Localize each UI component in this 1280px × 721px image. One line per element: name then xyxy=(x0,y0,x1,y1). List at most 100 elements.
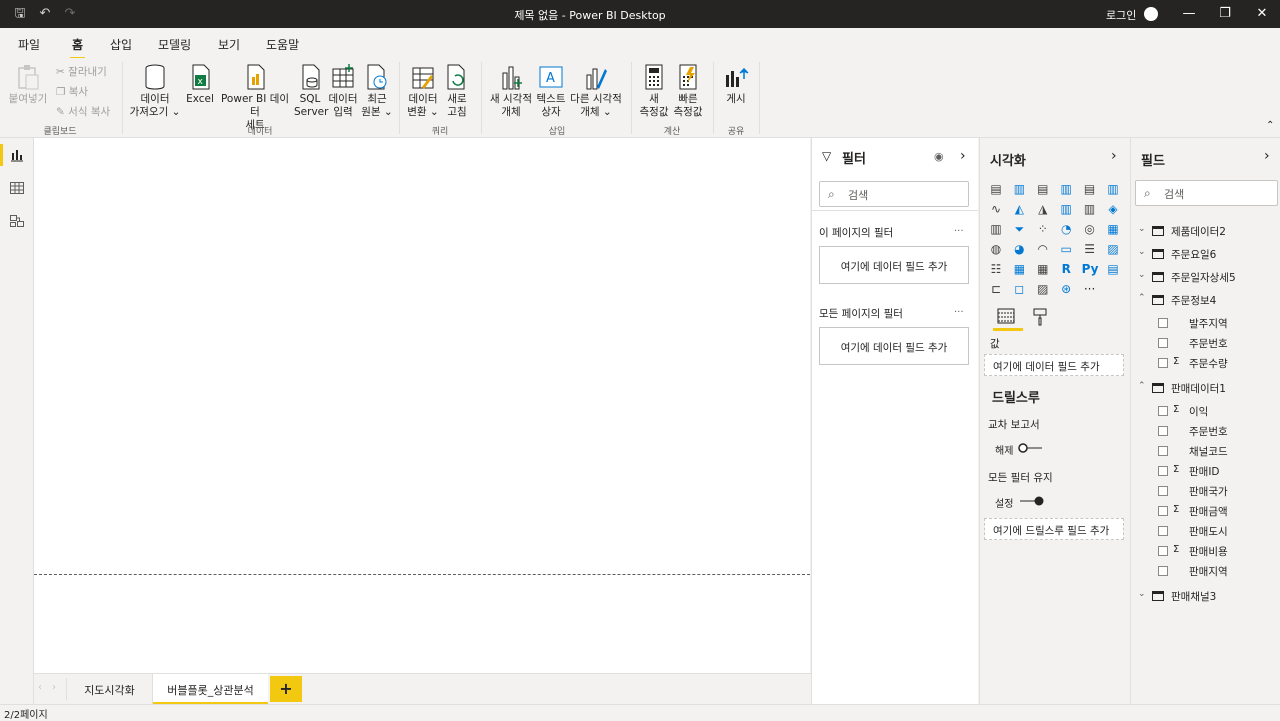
pie-visual-icon[interactable]: ◔ xyxy=(1058,222,1074,236)
field-checkbox[interactable] xyxy=(1158,486,1168,496)
login-button[interactable]: 로그인 xyxy=(1106,7,1136,23)
field-checkbox[interactable] xyxy=(1158,506,1168,516)
textbox-button[interactable]: A 텍스트 상자 xyxy=(535,63,567,119)
data-view-icon[interactable] xyxy=(9,180,25,196)
100-column-visual-icon[interactable]: ▥ xyxy=(1105,182,1121,196)
field-row[interactable]: Σ 판매ID xyxy=(1131,462,1279,480)
table-row[interactable]: ⌄ 주문요일6 xyxy=(1131,245,1279,263)
field-checkbox[interactable] xyxy=(1158,426,1168,436)
line-column-visual-icon[interactable]: ▥ xyxy=(1058,202,1074,216)
treemap-visual-icon[interactable]: ▦ xyxy=(1105,222,1121,236)
field-row[interactable]: Σ 판매금액 xyxy=(1131,502,1279,520)
field-row[interactable]: 발주지역 xyxy=(1131,314,1279,332)
field-checkbox[interactable] xyxy=(1158,546,1168,556)
sql-server-button[interactable]: SQL Server xyxy=(294,63,328,119)
funnel-visual-icon[interactable]: ⏷ xyxy=(1011,222,1027,236)
field-checkbox[interactable] xyxy=(1158,526,1168,536)
table-visual-icon[interactable]: ▦ xyxy=(1011,262,1027,276)
format-paint-icon[interactable] xyxy=(1032,308,1048,329)
decomposition-tree-visual-icon[interactable]: ⊏ xyxy=(988,282,1004,296)
field-checkbox[interactable] xyxy=(1158,318,1168,328)
recent-sources-button[interactable]: 최근 원본 ⌄ xyxy=(361,63,393,119)
transform-data-button[interactable]: 데이터 변환 ⌄ xyxy=(405,63,441,119)
field-row[interactable]: 주문번호 xyxy=(1131,334,1279,352)
field-checkbox[interactable] xyxy=(1158,358,1168,368)
filters-search-input[interactable]: ⌕ 검색 xyxy=(819,181,969,207)
stacked-bar-visual-icon[interactable]: ▤ xyxy=(988,182,1004,196)
100-bar-visual-icon[interactable]: ▤ xyxy=(1082,182,1098,196)
cross-report-toggle[interactable] xyxy=(1018,443,1044,456)
powerbi-dataset-button[interactable]: Power BI 데이터 세트 xyxy=(217,63,293,132)
report-view-icon[interactable] xyxy=(9,147,25,163)
tab-help[interactable]: 도움말 xyxy=(266,36,299,53)
format-painter-button[interactable]: ✎ 서식 복사 xyxy=(56,104,110,119)
field-checkbox[interactable] xyxy=(1158,566,1168,576)
slicer-visual-icon[interactable]: ☷ xyxy=(988,262,1004,276)
field-row[interactable]: 판매도시 xyxy=(1131,522,1279,540)
multirow-card-visual-icon[interactable]: ☰ xyxy=(1082,242,1098,256)
eye-icon[interactable]: ◉ xyxy=(934,150,944,163)
more-options-icon[interactable]: ... xyxy=(954,223,964,234)
table-row[interactable]: ⌃ 판매데이터1 xyxy=(1131,379,1279,397)
close-icon[interactable]: ✕ xyxy=(1252,6,1272,22)
next-page-icon[interactable]: › xyxy=(52,682,56,693)
model-view-icon[interactable] xyxy=(9,213,25,229)
more-visuals-icon[interactable]: ··· xyxy=(1082,282,1098,296)
matrix-visual-icon[interactable]: ▦ xyxy=(1035,262,1051,276)
table-row[interactable]: ⌃ 주문정보4 xyxy=(1131,291,1279,309)
donut-visual-icon[interactable]: ◎ xyxy=(1082,222,1098,236)
stacked-column-visual-icon[interactable]: ▥ xyxy=(1011,182,1027,196)
keep-filters-toggle[interactable] xyxy=(1018,496,1044,509)
waterfall-visual-icon[interactable]: ▥ xyxy=(988,222,1004,236)
smart-narrative-visual-icon[interactable]: ▨ xyxy=(1035,282,1051,296)
qa-visual-icon[interactable]: ◻ xyxy=(1011,282,1027,296)
more-visuals-button[interactable]: 다른 시각적 개체 ⌄ xyxy=(568,63,624,119)
scatter-visual-icon[interactable]: ⁘ xyxy=(1035,222,1051,236)
area-visual-icon[interactable]: ◭ xyxy=(1011,202,1027,216)
restore-icon[interactable]: ❐ xyxy=(1215,6,1235,22)
all-pages-filter-dropzone[interactable]: 여기에 데이터 필드 추가 xyxy=(819,327,969,365)
refresh-button[interactable]: 새로 고침 xyxy=(443,63,471,119)
kpi-visual-icon[interactable]: ▨ xyxy=(1105,242,1121,256)
table-row[interactable]: ⌄ 판매채널3 xyxy=(1131,587,1279,605)
field-row[interactable]: Σ 판매비용 xyxy=(1131,542,1279,560)
stacked-area-visual-icon[interactable]: ◮ xyxy=(1035,202,1051,216)
clustered-bar-visual-icon[interactable]: ▤ xyxy=(1035,182,1051,196)
tab-home[interactable]: 홈 xyxy=(69,36,86,59)
card-visual-icon[interactable]: ▭ xyxy=(1058,242,1074,256)
field-checkbox[interactable] xyxy=(1158,406,1168,416)
quick-measure-button[interactable]: 빠른 측정값 xyxy=(671,63,705,119)
add-page-button[interactable]: + xyxy=(270,676,302,702)
filled-map-visual-icon[interactable]: ◕ xyxy=(1011,242,1027,256)
chevron-up-icon[interactable]: ⌃ xyxy=(1138,293,1146,303)
field-row[interactable]: 판매국가 xyxy=(1131,482,1279,500)
enter-data-button[interactable]: 데이터 입력 xyxy=(327,63,359,119)
publish-button[interactable]: 게시 xyxy=(720,63,752,106)
values-dropzone[interactable]: 여기에 데이터 필드 추가 xyxy=(984,354,1124,376)
python-visual-visual-icon[interactable]: Py xyxy=(1082,262,1099,276)
new-visual-button[interactable]: 새 시각적 개체 xyxy=(486,63,536,119)
more-options-icon[interactable]: ... xyxy=(954,304,964,315)
map-visual-icon[interactable]: ◍ xyxy=(988,242,1004,256)
fields-well-icon[interactable] xyxy=(997,308,1015,327)
collapse-filters-icon[interactable]: › xyxy=(960,148,966,164)
new-measure-button[interactable]: 새 측정값 xyxy=(637,63,671,119)
collapse-ribbon-icon[interactable]: ⌃ xyxy=(1266,120,1274,131)
field-row[interactable]: 주문번호 xyxy=(1131,422,1279,440)
table-row[interactable]: ⌄ 주문일자상세5 xyxy=(1131,268,1279,286)
collapse-viz-icon[interactable]: › xyxy=(1111,148,1117,164)
chevron-down-icon[interactable]: ⌄ xyxy=(1138,224,1146,234)
paginated-visual-icon[interactable]: ⊛ xyxy=(1058,282,1074,296)
drillthrough-dropzone[interactable]: 여기에 드릴스루 필드 추가 xyxy=(984,518,1124,540)
key-influencers-visual-icon[interactable]: ▤ xyxy=(1105,262,1121,276)
paste-button[interactable]: 붙여넣기 xyxy=(8,63,48,106)
cut-button[interactable]: ✂ 잘라내기 xyxy=(56,64,107,79)
copy-button[interactable]: ❐ 복사 xyxy=(56,84,88,99)
field-row[interactable]: Σ 이익 xyxy=(1131,402,1279,420)
field-checkbox[interactable] xyxy=(1158,466,1168,476)
get-data-button[interactable]: 데이터 가져오기 ⌄ xyxy=(128,63,182,119)
ribbon-visual-icon[interactable]: ◈ xyxy=(1105,202,1121,216)
field-row[interactable]: Σ 주문수량 xyxy=(1131,354,1279,372)
tab-file[interactable]: 파일 xyxy=(18,36,40,53)
clustered-column-visual-icon[interactable]: ▥ xyxy=(1058,182,1074,196)
